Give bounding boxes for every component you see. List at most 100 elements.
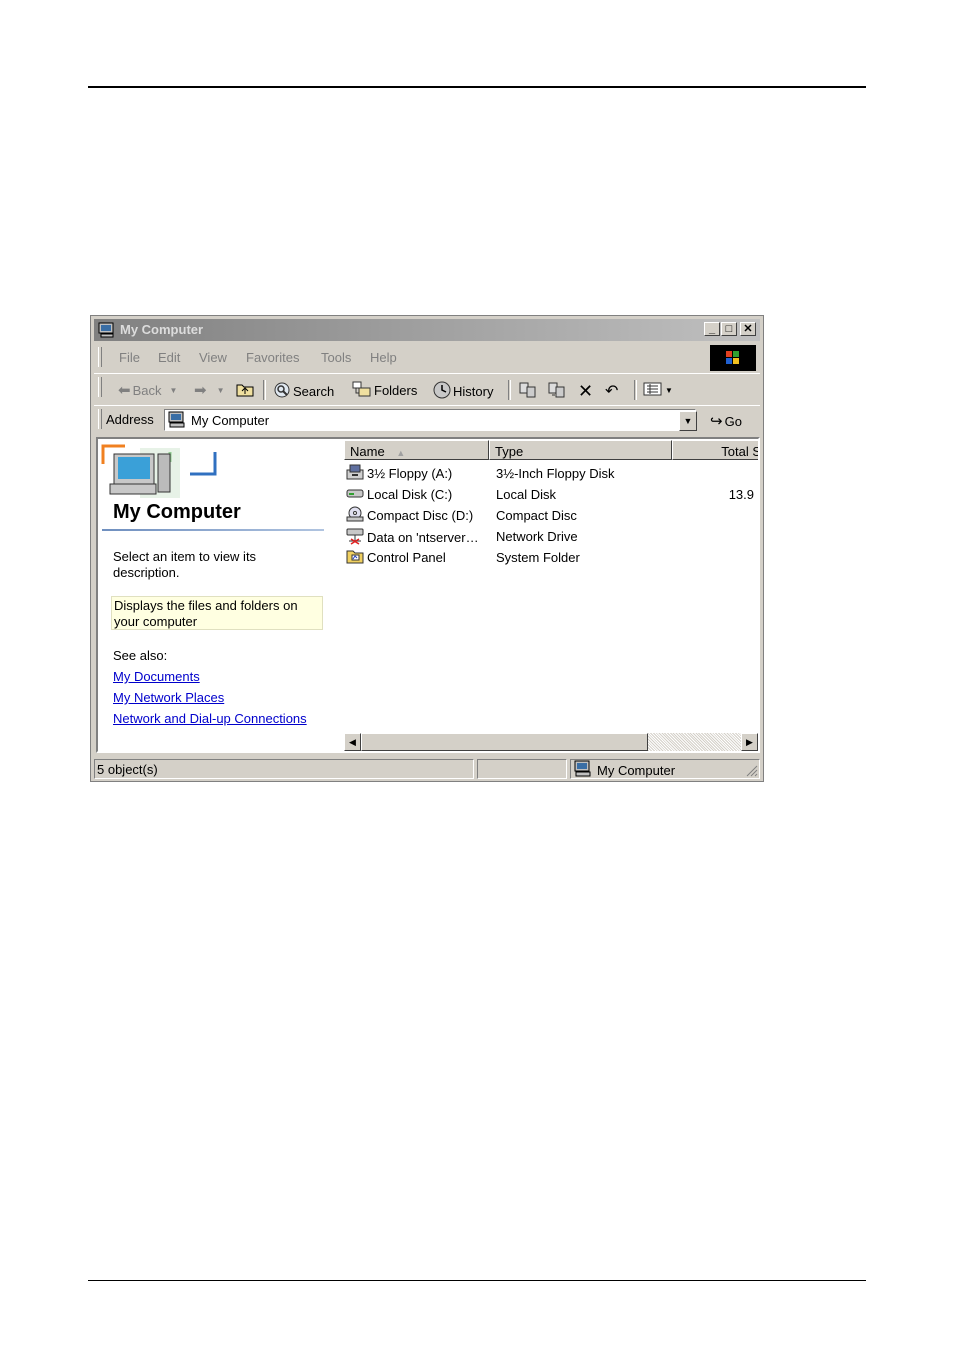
computer-icon bbox=[98, 322, 116, 341]
history-button[interactable]: History bbox=[433, 381, 493, 402]
item-type: System Folder bbox=[496, 550, 580, 565]
menu-bar: File Edit View Favorites Tools Help bbox=[94, 344, 760, 371]
title-bar[interactable]: My Computer _ □ ✕ bbox=[94, 319, 760, 341]
copy-to-button[interactable] bbox=[547, 381, 567, 402]
standard-toolbar: ⬅ Back ▼ ➡ ▼ Search Folders History ✕ ↶ … bbox=[94, 373, 760, 404]
menu-view[interactable]: View bbox=[199, 350, 227, 365]
file-list: Name ▲ Type Total S 3½ Floppy (A:) 3½-In… bbox=[344, 439, 758, 751]
status-object-count: 5 object(s) bbox=[94, 759, 474, 779]
menu-help[interactable]: Help bbox=[370, 350, 397, 365]
link-my-network-places[interactable]: My Network Places bbox=[113, 690, 224, 705]
column-total-label: Total S bbox=[721, 444, 760, 459]
address-label: Address bbox=[106, 412, 154, 427]
go-arrow-icon: ↪ bbox=[710, 413, 723, 430]
forward-dropdown-icon: ▼ bbox=[216, 385, 225, 395]
minimize-button[interactable]: _ bbox=[704, 322, 720, 336]
menu-edit[interactable]: Edit bbox=[158, 350, 180, 365]
menu-grip[interactable] bbox=[98, 347, 102, 367]
close-button[interactable]: ✕ bbox=[740, 322, 756, 336]
list-item[interactable]: Data on 'ntserver… Network Drive bbox=[344, 525, 758, 546]
web-view-pane: My Computer Select an item to view its d… bbox=[98, 439, 338, 751]
status-bar: 5 object(s) My Computer bbox=[94, 757, 760, 779]
back-button[interactable]: ⬅ Back ▼ bbox=[118, 381, 177, 399]
horizontal-scrollbar[interactable]: ◀ ▶ bbox=[344, 733, 758, 751]
column-header-name[interactable]: Name ▲ bbox=[344, 440, 489, 460]
search-icon bbox=[273, 381, 291, 402]
move-to-icon bbox=[518, 381, 538, 402]
list-item[interactable]: 3½ Floppy (A:) 3½-Inch Floppy Disk bbox=[344, 462, 758, 483]
window-title: My Computer bbox=[120, 322, 204, 337]
folders-label: Folders bbox=[374, 383, 418, 398]
forward-arrow-icon: ➡ bbox=[194, 382, 207, 399]
maximize-button[interactable]: □ bbox=[721, 322, 737, 336]
status-zone: My Computer bbox=[570, 759, 760, 779]
object-count-label: 5 object(s) bbox=[97, 762, 158, 777]
toolbar-separator bbox=[263, 380, 266, 400]
item-name: Compact Disc (D:) bbox=[367, 508, 474, 523]
item-type: Compact Disc bbox=[496, 508, 577, 523]
computer-icon bbox=[167, 411, 187, 432]
item-name: Local Disk (C:) bbox=[367, 487, 453, 502]
item-type: 3½-Inch Floppy Disk bbox=[496, 466, 615, 481]
address-bar: Address My Computer ▼ ↪ Go bbox=[94, 405, 760, 434]
address-dropdown-button[interactable]: ▼ bbox=[679, 411, 697, 431]
address-input[interactable]: My Computer bbox=[164, 409, 696, 431]
folders-icon bbox=[352, 381, 372, 400]
delete-icon: ✕ bbox=[578, 381, 594, 401]
list-item[interactable]: Local Disk (C:) Local Disk 13.9 bbox=[344, 483, 758, 504]
pane-title-underline bbox=[102, 529, 324, 531]
footer-rule bbox=[88, 1280, 866, 1281]
list-item[interactable]: Control Panel System Folder bbox=[344, 546, 758, 567]
header-rule bbox=[88, 86, 866, 88]
folders-button[interactable]: Folders bbox=[352, 381, 417, 400]
scroll-left-button[interactable]: ◀ bbox=[344, 733, 361, 751]
toolbar-grip[interactable] bbox=[98, 377, 102, 397]
menu-favorites[interactable]: Favorites bbox=[246, 350, 299, 365]
up-folder-icon bbox=[236, 381, 254, 400]
floppy-drive-icon bbox=[346, 464, 364, 483]
network-drive-icon bbox=[346, 527, 364, 548]
search-button[interactable]: Search bbox=[273, 381, 334, 402]
up-folder-button[interactable] bbox=[236, 381, 254, 400]
cd-drive-icon bbox=[346, 506, 364, 525]
back-dropdown-icon: ▼ bbox=[169, 385, 178, 395]
my-computer-large-icon bbox=[100, 442, 245, 503]
see-also-heading: See also: bbox=[113, 648, 168, 663]
item-name: Control Panel bbox=[367, 550, 446, 565]
column-name-label: Name bbox=[350, 444, 385, 459]
link-my-documents[interactable]: My Documents bbox=[113, 669, 200, 684]
item-name: Data on 'ntserver… bbox=[367, 530, 479, 545]
move-to-button[interactable] bbox=[518, 381, 538, 402]
delete-button[interactable]: ✕ bbox=[578, 381, 593, 402]
search-label: Search bbox=[293, 384, 335, 399]
go-button[interactable]: ↪ Go bbox=[710, 412, 742, 430]
windows-logo bbox=[710, 345, 756, 371]
copy-to-icon bbox=[547, 381, 567, 402]
column-header-total-size[interactable]: Total S bbox=[672, 440, 760, 460]
item-description: Displays the files and folders on your c… bbox=[111, 596, 323, 630]
control-panel-icon bbox=[346, 548, 364, 567]
back-label: Back bbox=[132, 382, 162, 398]
address-grip[interactable] bbox=[98, 409, 102, 429]
content-area: My Computer Select an item to view its d… bbox=[96, 437, 760, 753]
menu-tools[interactable]: Tools bbox=[321, 350, 351, 365]
undo-button[interactable]: ↶ bbox=[605, 381, 618, 401]
column-header-type[interactable]: Type bbox=[489, 440, 672, 460]
back-arrow-icon: ⬅ bbox=[118, 382, 131, 399]
scroll-right-button[interactable]: ▶ bbox=[741, 733, 758, 751]
item-type: Network Drive bbox=[496, 529, 578, 544]
list-item[interactable]: Compact Disc (D:) Compact Disc bbox=[344, 504, 758, 525]
my-computer-window: My Computer _ □ ✕ File Edit View Favorit… bbox=[90, 315, 764, 782]
resize-grip-icon[interactable] bbox=[746, 765, 758, 780]
views-button[interactable]: ▼ bbox=[643, 381, 673, 400]
scroll-thumb[interactable] bbox=[361, 733, 648, 751]
address-value: My Computer bbox=[191, 413, 270, 428]
menu-file[interactable]: File bbox=[119, 350, 140, 365]
link-network-dialup-connections[interactable]: Network and Dial-up Connections bbox=[113, 711, 307, 726]
history-label: History bbox=[453, 384, 494, 399]
select-item-hint: Select an item to view its description. bbox=[113, 549, 257, 580]
item-size: 13.9 bbox=[728, 487, 754, 502]
forward-button[interactable]: ➡ ▼ bbox=[194, 381, 225, 399]
column-type-label: Type bbox=[495, 444, 524, 459]
go-label: Go bbox=[724, 413, 742, 429]
